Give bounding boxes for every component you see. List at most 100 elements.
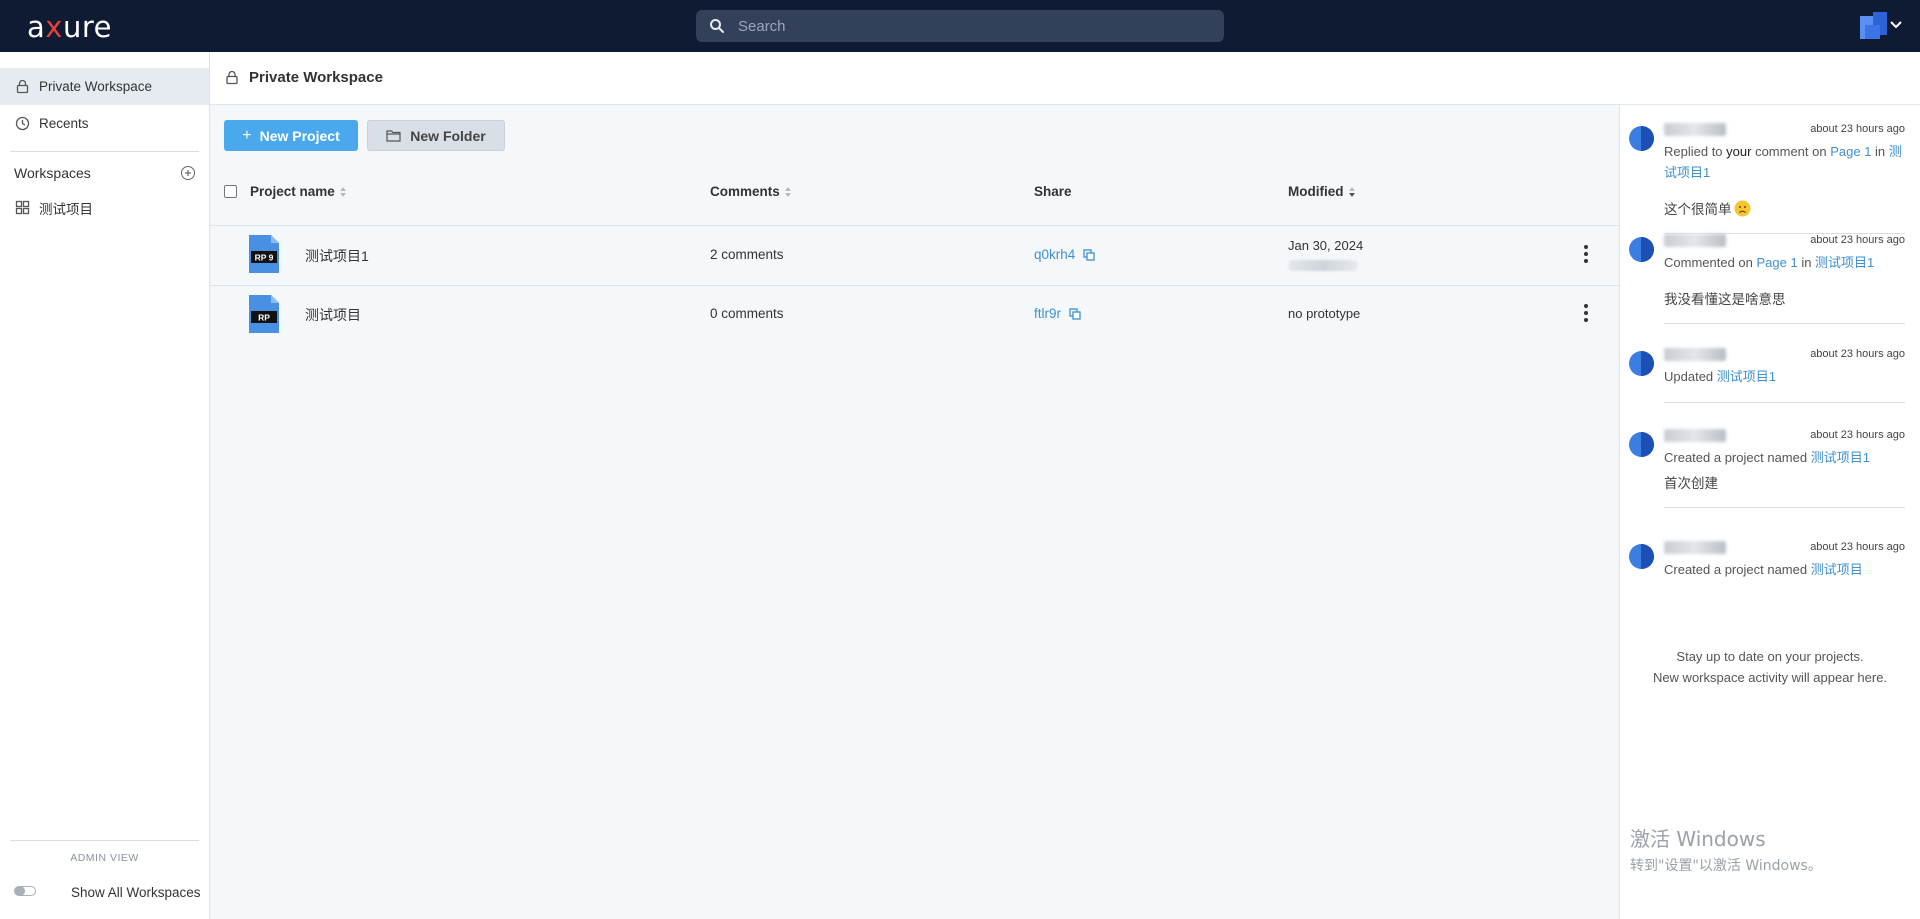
file-badge-text: RP 9 — [255, 253, 274, 263]
plus-icon: + — [242, 126, 252, 144]
activity-text: Updated — [1664, 369, 1717, 384]
sidebar-item-private-workspace[interactable]: Private Workspace — [0, 68, 209, 105]
activity-footer-line: Stay up to date on your projects. — [1676, 649, 1864, 664]
show-all-workspaces-label: Show All Workspaces — [71, 885, 201, 900]
divider — [1664, 507, 1905, 508]
sidebar: Private Workspace Recents Workspaces 测试项… — [0, 52, 210, 919]
project-link[interactable]: 测试项目1 — [1717, 369, 1776, 384]
project-name[interactable]: 测试项目 — [305, 305, 361, 325]
avatar-stripe — [1641, 351, 1654, 376]
activity-footer-line: New workspace activity will appear here. — [1652, 670, 1888, 685]
user-avatar — [1629, 351, 1654, 376]
modified-date: Jan 30, 2024 — [1288, 238, 1364, 253]
divider — [1664, 323, 1905, 324]
logo-part-x: x — [45, 10, 63, 44]
project-link[interactable]: 测试项目1 — [1811, 450, 1870, 465]
comment-quote: 首次创建 — [1664, 472, 1718, 492]
column-header-comments[interactable]: Comments — [710, 184, 792, 199]
logo-part-ure: ure — [62, 10, 112, 44]
column-header-label: Modified — [1288, 184, 1344, 199]
activity-text: in — [1871, 144, 1889, 159]
comment-count: 0 comments — [710, 306, 784, 321]
activity-time: about 23 hours ago — [1810, 234, 1905, 246]
avatar-stripe — [1641, 432, 1654, 457]
activity-text: Created a project named — [1664, 562, 1811, 577]
column-header-name[interactable]: Project name — [250, 184, 347, 199]
more-options-icon[interactable] — [1581, 244, 1591, 264]
new-project-label: New Project — [259, 127, 340, 144]
watermark-line: 转到"设置"以激活 Windows。 — [1630, 858, 1822, 874]
comment-quote: 我没看懂这是啥意思 — [1664, 288, 1786, 308]
page-header: Private Workspace — [210, 52, 1920, 105]
folder-icon — [386, 130, 401, 142]
admin-view-label: ADMIN VIEW — [70, 852, 139, 864]
lock-icon — [16, 79, 29, 94]
quote-text: 我没看懂这是啥意思 — [1664, 292, 1786, 307]
sidebar-item-workspace[interactable]: 测试项目 — [0, 189, 209, 226]
share-code: ftlr9r — [1034, 306, 1061, 321]
page-link[interactable]: Page 1 — [1830, 144, 1871, 159]
logo-part-a: a — [27, 10, 46, 44]
user-name-redacted — [1664, 348, 1726, 361]
new-project-button[interactable]: + New Project — [224, 120, 358, 151]
search-input[interactable] — [738, 10, 1208, 42]
project-name[interactable]: 测试项目1 — [305, 246, 369, 266]
project-link[interactable]: 测试项目 — [1811, 562, 1863, 577]
user-name-redacted — [1664, 234, 1726, 247]
quote-text: 首次创建 — [1664, 476, 1718, 491]
comment-count: 2 comments — [710, 247, 784, 262]
file-badge-text: RP — [258, 313, 270, 323]
new-folder-label: New Folder — [410, 127, 486, 144]
axure-logo[interactable]: axure — [27, 10, 112, 44]
share-link[interactable]: q0krh4 — [1034, 247, 1095, 262]
add-workspace-icon[interactable] — [180, 165, 196, 181]
avatar-stripe — [1641, 126, 1654, 151]
share-code: q0krh4 — [1034, 247, 1076, 262]
new-folder-button[interactable]: New Folder — [367, 120, 505, 151]
search-icon — [710, 19, 724, 33]
column-header-modified[interactable]: Modified — [1288, 184, 1356, 199]
user-avatar — [1629, 544, 1654, 569]
activity-text: Replied to — [1664, 144, 1727, 159]
top-bar: axure — [0, 0, 1920, 52]
toggle-knob — [15, 886, 25, 896]
column-header-label: Comments — [710, 184, 780, 199]
rp-file-icon: RP 9 — [249, 235, 279, 273]
sort-icon — [784, 186, 791, 197]
copy-icon[interactable] — [1069, 307, 1081, 320]
activity-text: Commented on — [1664, 255, 1757, 270]
table-row[interactable]: RP 测试项目 0 comments ftlr9r no prototype — [210, 285, 1619, 345]
grid-icon — [15, 200, 30, 215]
sort-desc-icon — [1348, 186, 1355, 197]
user-name-redacted — [1664, 123, 1726, 136]
activity-message: Created a project named 测试项目1 — [1664, 447, 1904, 468]
table-row[interactable]: RP 9 测试项目1 2 comments q0krh4 Jan 30, 202… — [210, 225, 1619, 285]
user-avatar — [1629, 126, 1654, 151]
search-bar — [696, 10, 1224, 42]
clock-icon — [15, 116, 30, 131]
activity-text: Created a project named — [1664, 450, 1811, 465]
modified-status: no prototype — [1288, 306, 1361, 321]
user-menu[interactable] — [1856, 11, 1906, 41]
windows-activation-watermark: 激活 Windows 转到"设置"以激活 Windows。 — [1630, 823, 1822, 875]
comment-quote: 这个很简单 — [1664, 198, 1751, 218]
rp-file-icon: RP — [249, 295, 279, 333]
activity-message: Updated 测试项目1 — [1664, 366, 1904, 387]
share-link[interactable]: ftlr9r — [1034, 306, 1081, 321]
copy-icon[interactable] — [1083, 248, 1095, 261]
sidebar-item-recents[interactable]: Recents — [0, 105, 209, 142]
more-options-icon[interactable] — [1581, 303, 1591, 323]
show-all-workspaces-toggle[interactable] — [14, 886, 36, 896]
activity-text: in — [1797, 255, 1816, 270]
divider — [10, 840, 199, 841]
sad-face-emoji-icon — [1734, 200, 1750, 216]
page-link[interactable]: Page 1 — [1757, 255, 1798, 270]
activity-message: Replied to your comment on Page 1 in 测试项… — [1664, 141, 1904, 183]
avatar-stripe — [1641, 544, 1654, 569]
user-name-redacted — [1664, 429, 1726, 442]
quote-text: 这个很简单 — [1664, 202, 1732, 217]
select-all-checkbox[interactable] — [224, 185, 237, 198]
project-link[interactable]: 测试项目1 — [1815, 255, 1874, 270]
sidebar-item-label: Recents — [39, 116, 89, 131]
divider — [1664, 402, 1905, 403]
